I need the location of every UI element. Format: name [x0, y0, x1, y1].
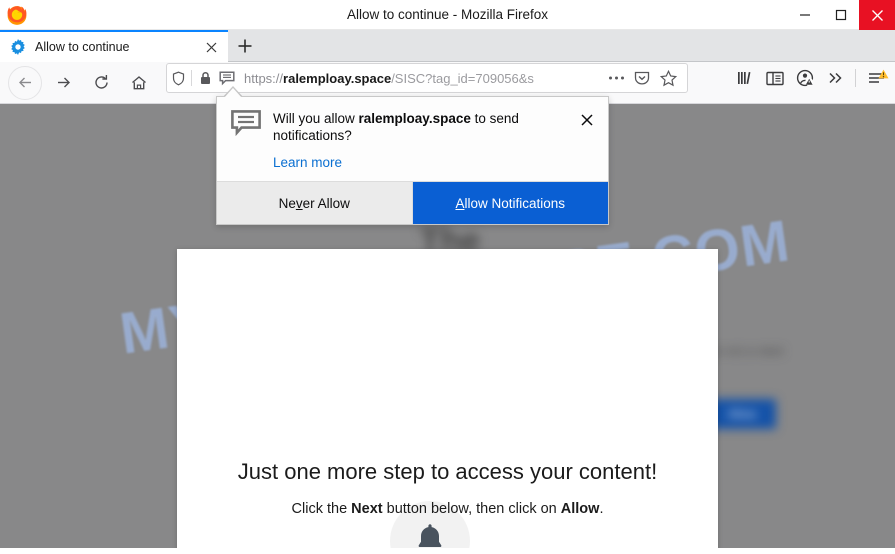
url-actions	[603, 69, 687, 87]
never-allow-button[interactable]: Ne v er Allow	[217, 182, 413, 224]
url-text[interactable]: https://ralemploay.space/SISC?tag_id=709…	[244, 71, 603, 86]
permission-question: Will you allow ralemploay.space to send …	[273, 110, 563, 144]
scam-modal-dialog: Just one more step to access your conten…	[177, 249, 718, 554]
notification-chat-bubble-icon	[231, 110, 261, 140]
reload-button[interactable]	[84, 66, 118, 100]
url-bar[interactable]: https://ralemploay.space/SISC?tag_id=709…	[166, 63, 688, 93]
notification-permission-popup: Will you allow ralemploay.space to send …	[216, 96, 609, 225]
allow-accesskey: A	[455, 195, 465, 211]
update-warning-icon	[878, 66, 889, 84]
question-prefix: Will you allow	[273, 111, 359, 126]
allow-post: llow Notifications	[464, 195, 566, 211]
never-allow-accesskey: v	[295, 195, 303, 211]
instruction-bold-allow: Allow	[560, 501, 600, 517]
url-host: ralemploay.space	[283, 70, 392, 86]
modal-heading: Just one more step to access your conten…	[237, 459, 658, 484]
window-controls	[787, 0, 895, 30]
forward-button[interactable]	[46, 66, 80, 100]
new-tab-button[interactable]	[228, 30, 262, 62]
page-actions-icon[interactable]	[603, 75, 629, 81]
close-button[interactable]	[859, 0, 895, 30]
sidebars-icon[interactable]	[760, 63, 790, 93]
title-bar: Allow to continue - Mozilla Firefox	[0, 0, 895, 30]
instruction-bold-next: Next	[351, 501, 383, 517]
tab-strip: Allow to continue	[0, 30, 895, 62]
popup-close-icon[interactable]	[576, 109, 598, 131]
back-button[interactable]	[8, 65, 42, 100]
popup-body: Will you allow ralemploay.space to send …	[217, 97, 608, 181]
tab-title: Allow to continue	[35, 40, 130, 54]
allow-notifications-button[interactable]: Allow Notifications	[412, 182, 608, 224]
url-scheme: https://	[244, 70, 284, 86]
url-divider	[191, 70, 192, 86]
notification-permission-icon[interactable]	[216, 70, 238, 86]
popup-buttons: Ne v er Allow Allow Notifications	[217, 181, 608, 224]
question-domain: ralemploay.space	[358, 111, 471, 126]
toolbar-divider	[855, 69, 856, 87]
tracking-protection-shield-icon[interactable]	[167, 71, 189, 86]
tab-close-icon[interactable]	[198, 34, 224, 60]
url-path: /SISC?tag_id=709056&s	[391, 70, 534, 86]
pocket-icon[interactable]	[629, 70, 655, 86]
never-allow-pre: Ne	[278, 195, 296, 211]
browser-window: Allow to continue - Mozilla Firefox Allo…	[0, 0, 895, 554]
maximize-button[interactable]	[823, 0, 859, 30]
bookmark-star-icon[interactable]	[655, 69, 681, 87]
background-allow-button[interactable]: Allow	[708, 399, 776, 429]
hamburger-menu-icon[interactable]	[861, 63, 891, 93]
window-title: Allow to continue - Mozilla Firefox	[346, 7, 549, 22]
minimize-button[interactable]	[787, 0, 823, 30]
library-icon[interactable]	[730, 63, 760, 93]
toolbar-right-icons	[730, 63, 891, 93]
overflow-chevron-icon[interactable]	[820, 63, 850, 93]
browser-tab[interactable]: Allow to continue	[0, 30, 228, 62]
account-warning-icon[interactable]	[790, 63, 820, 93]
never-allow-post: er Allow	[302, 195, 350, 211]
home-button[interactable]	[122, 66, 156, 100]
learn-more-link[interactable]: Learn more	[273, 155, 342, 170]
bottom-strip	[0, 548, 895, 554]
instruction-part-3: .	[599, 501, 604, 517]
instruction-part-1: Click the	[291, 501, 352, 517]
gear-favicon-icon	[10, 39, 26, 55]
modal-instruction: Click the Next button below, then click …	[177, 501, 718, 517]
instruction-part-2: button below, then click on	[382, 501, 561, 517]
padlock-icon[interactable]	[194, 71, 216, 85]
